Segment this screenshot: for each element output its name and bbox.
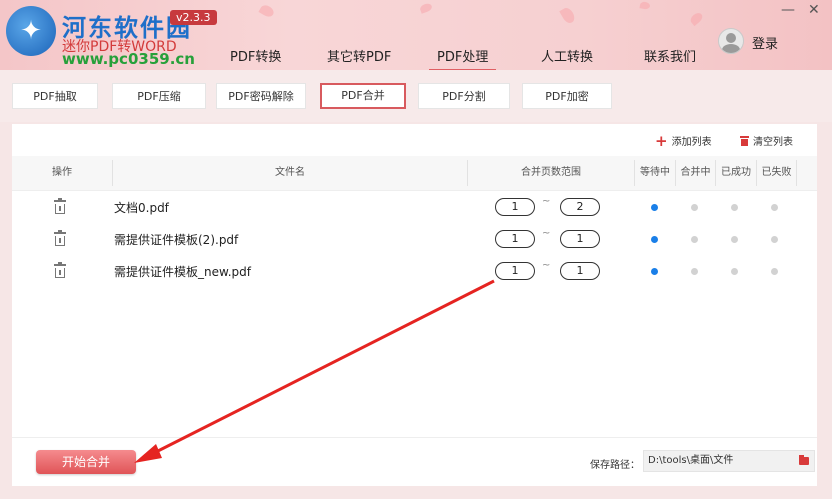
col-waiting: 等待中	[640, 167, 670, 178]
status-waiting-dot	[651, 268, 658, 275]
col-divider	[796, 160, 797, 186]
subtab-pdf-merge[interactable]: PDF合并	[320, 83, 406, 109]
logo-icon: ✦	[6, 6, 56, 56]
page-to-input[interactable]: 1	[560, 230, 600, 248]
plus-icon: +	[655, 131, 668, 150]
merge-panel: + 添加列表 清空列表 操作 文件名 合并页数范围 等待中 合并中 已成功 已失…	[12, 124, 817, 486]
status-failed-dot	[771, 204, 778, 211]
add-list-button[interactable]: + 添加列表	[655, 133, 712, 148]
table-row: 需提供证件模板_new.pdf 1 ~ 1	[12, 256, 817, 288]
petal-decoration	[639, 1, 651, 10]
trash-icon	[740, 135, 749, 146]
col-page-range: 合并页数范围	[521, 167, 581, 178]
nav-manual-convert[interactable]: 人工转换	[541, 46, 593, 65]
save-path-value: D:\tools\桌面\文件	[648, 455, 734, 466]
file-name: 文档0.pdf	[114, 201, 169, 215]
col-action: 操作	[52, 167, 72, 178]
col-success: 已成功	[721, 167, 751, 178]
clear-list-button[interactable]: 清空列表	[740, 133, 793, 148]
delete-row-icon[interactable]	[54, 230, 66, 247]
file-name: 需提供证件模板(2).pdf	[114, 233, 239, 247]
table-row: 需提供证件模板(2).pdf 1 ~ 1	[12, 224, 817, 256]
status-waiting-dot	[651, 204, 658, 211]
range-separator: ~	[542, 260, 551, 271]
status-merging-dot	[691, 268, 698, 275]
status-failed-dot	[771, 236, 778, 243]
col-filename: 文件名	[275, 167, 305, 178]
status-failed-dot	[771, 268, 778, 275]
file-name: 需提供证件模板_new.pdf	[114, 265, 251, 279]
nav-other-to-pdf[interactable]: 其它转PDF	[327, 46, 391, 65]
delete-row-icon[interactable]	[54, 262, 66, 279]
subtab-pdf-unlock[interactable]: PDF密码解除	[216, 83, 306, 109]
folder-icon[interactable]	[799, 455, 809, 465]
status-merging-dot	[691, 236, 698, 243]
page-from-input[interactable]: 1	[495, 198, 535, 216]
nav-contact[interactable]: 联系我们	[644, 46, 696, 65]
subtab-pdf-extract[interactable]: PDF抽取	[12, 83, 98, 109]
range-separator: ~	[542, 196, 551, 207]
title-bar: ✦ 河东软件园 迷你PDF转WORD www.pc0359.cn v2.3.3 …	[0, 0, 832, 71]
minimize-icon[interactable]: —	[781, 2, 795, 18]
nav-pdf-process[interactable]: PDF处理	[428, 46, 497, 71]
status-success-dot	[731, 236, 738, 243]
status-success-dot	[731, 204, 738, 211]
subtab-pdf-encrypt[interactable]: PDF加密	[522, 83, 612, 109]
status-success-dot	[731, 268, 738, 275]
add-list-label: 添加列表	[671, 137, 712, 148]
subtab-pdf-split[interactable]: PDF分割	[418, 83, 510, 109]
save-path-label: 保存路径：	[590, 460, 640, 471]
col-merging: 合并中	[680, 167, 711, 178]
petal-decoration	[258, 3, 276, 19]
page-from-input[interactable]: 1	[495, 230, 535, 248]
start-merge-button[interactable]: 开始合并	[36, 450, 136, 474]
page-to-input[interactable]: 1	[560, 262, 600, 280]
avatar-icon[interactable]	[718, 28, 744, 54]
range-separator: ~	[542, 228, 551, 239]
petal-decoration	[688, 10, 705, 27]
petal-decoration	[418, 2, 434, 14]
close-icon[interactable]: ✕	[808, 2, 820, 18]
subtab-pdf-compress[interactable]: PDF压缩	[112, 83, 206, 109]
status-merging-dot	[691, 204, 698, 211]
version-badge: v2.3.3	[170, 10, 217, 25]
petal-decoration	[559, 5, 577, 26]
page-from-input[interactable]: 1	[495, 262, 535, 280]
save-path-field[interactable]: D:\tools\桌面\文件	[643, 450, 815, 472]
site-url: www.pc0359.cn	[62, 50, 195, 68]
delete-row-icon[interactable]	[54, 198, 66, 215]
status-waiting-dot	[651, 236, 658, 243]
table-header: 操作 文件名 合并页数范围 等待中 合并中 已成功 已失败	[12, 156, 817, 191]
table-row: 文档0.pdf 1 ~ 2	[12, 192, 817, 224]
panel-divider	[12, 437, 817, 438]
col-failed: 已失败	[761, 167, 792, 178]
page-to-input[interactable]: 2	[560, 198, 600, 216]
nav-pdf-convert[interactable]: PDF转换	[230, 46, 281, 65]
clear-list-label: 清空列表	[753, 137, 793, 148]
login-link[interactable]: 登录	[752, 33, 778, 52]
subtab-bar: PDF抽取 PDF压缩 PDF密码解除 PDF合并 PDF分割 PDF加密	[0, 70, 832, 122]
